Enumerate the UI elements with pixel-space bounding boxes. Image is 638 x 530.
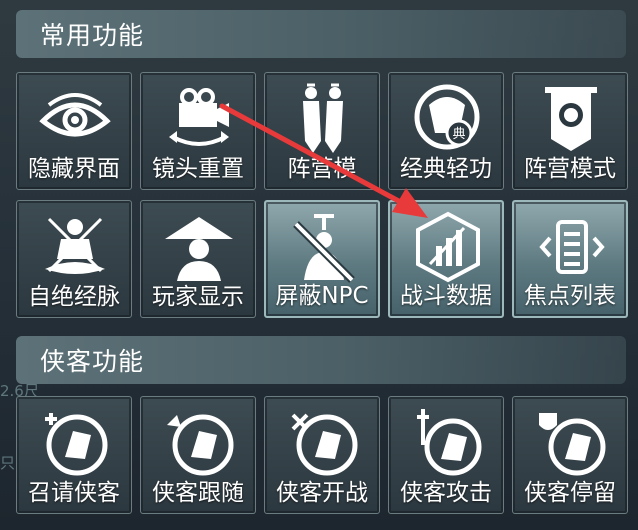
section-header-common: 常用功能 <box>16 10 626 58</box>
meditation-icon <box>45 217 105 274</box>
tile-label: 侠客攻击 <box>400 480 492 506</box>
tile-label: 召请侠客 <box>28 480 120 506</box>
block-npc-icon <box>293 214 355 283</box>
tile-label: 阵营模 <box>287 156 357 182</box>
hero-attack-button[interactable]: 侠客攻击 <box>388 396 504 514</box>
tile-label: 经典轻功 <box>400 156 492 182</box>
hero-stay-icon <box>539 413 606 476</box>
summon-hero-icon <box>45 413 108 476</box>
faction-mode-alt-button[interactable]: 阵营模 <box>264 72 380 190</box>
battle-data-icon <box>416 211 480 283</box>
hero-attack-icon <box>417 409 482 476</box>
hero-follow-icon <box>167 414 234 476</box>
section-title: 常用功能 <box>40 21 145 50</box>
tile-label: 自绝经脉 <box>28 284 120 310</box>
hide-ui-button[interactable]: 隐藏界面 <box>16 72 132 190</box>
tile-label: 阵营模式 <box>524 156 616 182</box>
faction-mode-button[interactable]: 阵营模式 <box>512 72 628 190</box>
faction-figures-icon <box>303 83 343 153</box>
classic-qinggong-icon: 典 <box>414 84 480 150</box>
battle-data-button[interactable]: 战斗数据 <box>388 200 504 318</box>
hero-follow-button[interactable]: 侠客跟随 <box>140 396 256 514</box>
block-npc-button[interactable]: 屏蔽NPC <box>264 200 380 318</box>
straw-hat-icon <box>165 217 233 281</box>
banner-icon <box>545 87 597 151</box>
tile-label: 侠客开战 <box>276 480 368 506</box>
svg-text:典: 典 <box>452 127 465 142</box>
hero-stay-button[interactable]: 侠客停留 <box>512 396 628 514</box>
section-title: 侠客功能 <box>40 347 145 376</box>
tile-label: 侠客跟随 <box>152 480 244 506</box>
tile-label: 侠客停留 <box>524 480 616 506</box>
tile-label: 屏蔽NPC <box>275 283 369 309</box>
eye-icon <box>39 93 111 137</box>
self-sever-meridians-button[interactable]: 自绝经脉 <box>16 200 132 318</box>
focus-list-button[interactable]: 焦点列表 <box>512 200 628 318</box>
camera-icon <box>169 88 229 146</box>
tile-label: 隐藏界面 <box>28 156 120 182</box>
hero-fight-icon <box>291 413 358 476</box>
section-header-hero: 侠客功能 <box>16 336 626 384</box>
classic-qinggong-button[interactable]: 典 经典轻功 <box>388 72 504 190</box>
camera-reset-button[interactable]: 镜头重置 <box>140 72 256 190</box>
tile-label: 玩家显示 <box>152 284 244 310</box>
tile-label: 镜头重置 <box>152 156 244 182</box>
background-text-fragment: 只 <box>0 454 16 472</box>
hero-fight-button[interactable]: 侠客开战 <box>264 396 380 514</box>
tile-label: 焦点列表 <box>524 283 616 309</box>
player-display-button[interactable]: 玩家显示 <box>140 200 256 318</box>
tile-label: 战斗数据 <box>400 283 492 309</box>
summon-hero-button[interactable]: 召请侠客 <box>16 396 132 514</box>
focus-list-icon <box>539 220 605 274</box>
